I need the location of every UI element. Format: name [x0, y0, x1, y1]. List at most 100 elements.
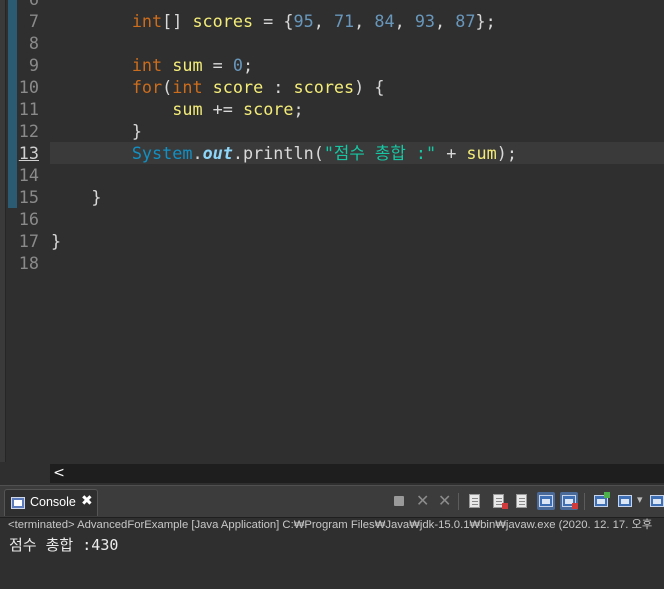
clear-console-button[interactable] [466, 492, 484, 510]
code-token: System [131, 143, 193, 163]
lock-badge-icon [502, 503, 508, 509]
display-console-dropdown[interactable]: ▾ [634, 492, 646, 510]
line-number: 15 [18, 187, 39, 207]
console-output-text: 점수 총합 :430 [9, 536, 119, 554]
code-token: sum [466, 143, 497, 163]
show-on-output-icon [539, 495, 553, 507]
code-line[interactable]: 16 [0, 208, 664, 230]
code-token: .println( [232, 143, 324, 163]
code-token: score [242, 99, 294, 119]
scrollbar-track[interactable] [50, 464, 664, 483]
code-token: , [394, 11, 415, 31]
remove-all-terminated-button[interactable]: ✕ [436, 491, 454, 510]
remove-all-icon: ✕ [438, 491, 452, 510]
pin-console-button[interactable] [592, 492, 610, 510]
code-token: out [202, 143, 233, 163]
code-text: } [51, 230, 61, 252]
code-line[interactable]: 17} [0, 230, 664, 252]
remove-launch-button[interactable]: ✕ [414, 491, 432, 510]
line-number: 9 [28, 55, 39, 75]
code-token: , [313, 11, 334, 31]
code-token: . [192, 143, 203, 163]
console-icon [11, 497, 25, 509]
code-token: score [212, 77, 264, 97]
open-console-icon [650, 495, 664, 507]
code-text: } [51, 120, 142, 142]
scrollbar-ruler-gap [0, 462, 50, 485]
line-number: 13 [18, 143, 39, 163]
console-output-area[interactable]: 점수 총합 :430 [0, 532, 664, 589]
code-line[interactable]: 11 sum += score; [0, 98, 664, 120]
code-token: } [51, 121, 142, 141]
code-line[interactable]: 10 for(int score : scores) { [0, 76, 664, 98]
code-token: 0 [232, 55, 243, 75]
line-number: 11 [18, 99, 39, 119]
code-text: for(int score : scores) { [51, 76, 385, 98]
open-console-button[interactable] [648, 492, 664, 510]
code-line[interactable]: 13 System.out.println("점수 총합 :" + sum); [0, 142, 664, 164]
code-token: ; [242, 55, 254, 75]
word-wrap-button[interactable] [513, 492, 531, 510]
console-view-header: Console ✖ ✕ ✕ ▾ [0, 485, 664, 517]
code-token: } [51, 187, 102, 207]
code-token: int [131, 55, 163, 75]
scroll-left-arrow[interactable]: < [52, 464, 66, 483]
code-token: 93 [414, 11, 436, 31]
code-token: , [435, 11, 456, 31]
show-console-on-stdout-button[interactable] [537, 492, 555, 510]
code-line[interactable]: 12 } [0, 120, 664, 142]
show-console-on-stderr-button[interactable] [560, 492, 578, 510]
code-token: sum [172, 55, 203, 75]
pin-badge-icon [604, 492, 610, 498]
terminate-button[interactable] [390, 492, 408, 510]
code-editor[interactable]: 67 int[] scores = {95, 71, 84, 93, 87};8… [0, 0, 664, 485]
line-number: 7 [28, 11, 39, 31]
scroll-lock-button[interactable] [490, 492, 508, 510]
line-number: 6 [0, 0, 39, 10]
code-token: scores [192, 11, 254, 31]
code-token: "점수 총합 :" [323, 143, 437, 163]
code-token: 87 [455, 11, 476, 31]
code-token: + [436, 143, 467, 163]
code-line[interactable]: 7 int[] scores = {95, 71, 84, 93, 87}; [0, 10, 664, 32]
horizontal-scrollbar[interactable]: < [0, 462, 664, 485]
code-token: scores [293, 77, 355, 97]
code-token: int [131, 11, 163, 31]
code-token: ( [162, 77, 173, 97]
line-number: 12 [18, 121, 39, 141]
clear-console-icon [469, 494, 480, 508]
code-token: [] [162, 11, 193, 31]
code-token: , [354, 11, 375, 31]
code-token: }; [475, 11, 496, 31]
chevron-down-icon: ▾ [637, 493, 643, 506]
code-line[interactable]: 9 int sum = 0; [0, 54, 664, 76]
code-token: int [172, 77, 203, 97]
code-token: ) { [354, 77, 385, 97]
code-token: for [131, 77, 163, 97]
console-tab-label: Console [30, 495, 76, 509]
word-wrap-icon [516, 494, 527, 508]
code-text: } [51, 186, 102, 208]
code-token: 71 [333, 11, 355, 31]
code-line[interactable]: 8 [0, 32, 664, 54]
code-line[interactable]: 18 [0, 252, 664, 274]
code-text: System.out.println("점수 총합 :" + sum); [51, 142, 517, 164]
code-token: 84 [374, 11, 395, 31]
code-line[interactable]: 6 [0, 0, 664, 10]
code-token: : [263, 77, 294, 97]
line-number: 10 [18, 77, 39, 97]
code-token: = { [253, 11, 294, 31]
code-line[interactable]: 14 [0, 164, 664, 186]
display-selected-console-button[interactable] [616, 492, 634, 510]
console-process-status: <terminated> AdvancedForExample [Java Ap… [0, 517, 664, 532]
close-icon[interactable]: ✖ [81, 493, 93, 509]
line-number: 16 [18, 209, 39, 229]
code-text: int sum = 0; [51, 54, 253, 76]
code-line[interactable]: 15 } [0, 186, 664, 208]
console-tab[interactable]: Console ✖ [4, 489, 98, 516]
